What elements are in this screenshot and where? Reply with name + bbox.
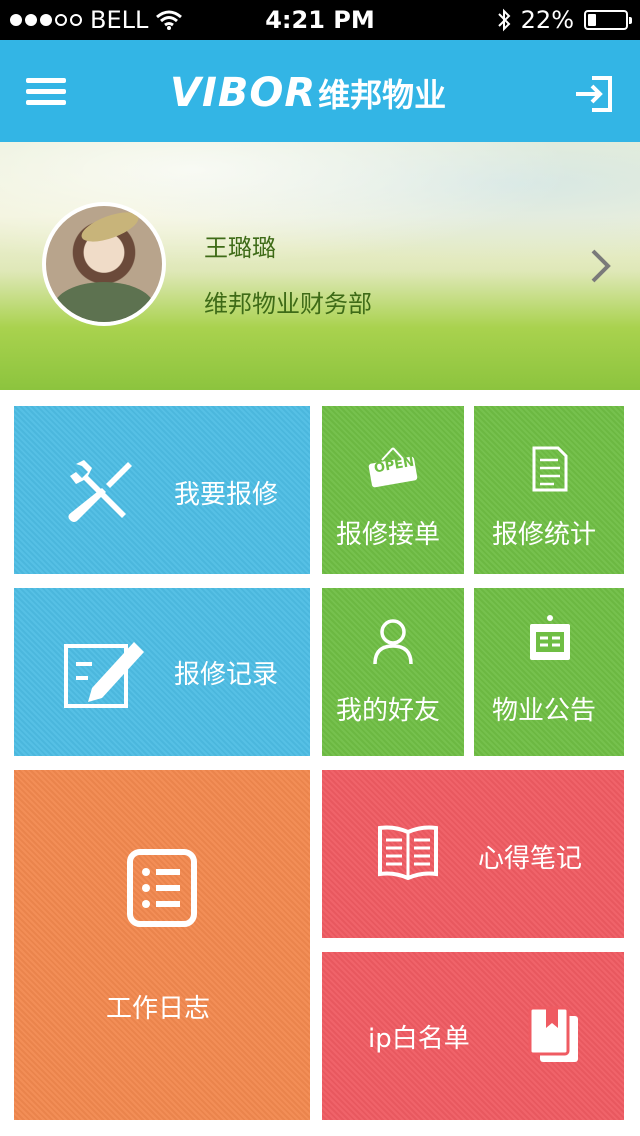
tile-label: 工作日志	[106, 994, 211, 1024]
brand-logo-cn: 维邦物业	[318, 76, 447, 114]
edit-icon	[64, 642, 144, 708]
open-book-icon	[378, 825, 438, 880]
profile-department: 维邦物业财务部	[204, 290, 372, 318]
tile-label: 物业公告	[492, 696, 597, 726]
tile-repair-stats[interactable]: 报修统计	[474, 406, 624, 574]
logout-icon	[576, 76, 612, 112]
status-bar: BELL 4:21 PM 22%	[0, 0, 640, 40]
chevron-right-icon[interactable]	[590, 248, 612, 284]
tile-my-friends[interactable]: 我的好友	[322, 588, 464, 756]
bluetooth-icon	[497, 8, 511, 32]
noticeboard-icon	[530, 615, 570, 660]
profile-name: 王璐璐	[204, 234, 276, 262]
tile-repair-accept[interactable]: OPEN 报修接单	[322, 406, 464, 574]
menu-button[interactable]	[26, 78, 66, 106]
tile-label: ip白名单	[368, 1024, 470, 1054]
avatar[interactable]	[42, 202, 166, 326]
document-icon	[532, 446, 568, 492]
nav-bar: VIBOR 维邦物业	[0, 40, 640, 142]
tile-label: 报修接单	[336, 520, 441, 550]
tile-label: 我的好友	[336, 696, 441, 726]
battery-icon	[584, 10, 632, 30]
tile-work-log[interactable]: 工作日志	[14, 770, 310, 1120]
tile-label: 报修记录	[174, 660, 279, 690]
tile-notes[interactable]: 心得笔记	[322, 770, 624, 938]
user-icon	[373, 619, 413, 665]
tile-repair-records[interactable]: 报修记录	[14, 588, 310, 756]
bookmark-book-icon	[528, 1006, 578, 1062]
list-icon	[127, 849, 197, 927]
brand-logo: VIBOR 维邦物业	[170, 68, 446, 118]
brand-logo-en: VIBOR	[170, 70, 317, 116]
logout-button[interactable]	[574, 74, 614, 114]
status-right: 22%	[497, 6, 632, 34]
tile-notices[interactable]: 物业公告	[474, 588, 624, 756]
battery-percent: 22%	[520, 6, 574, 34]
tile-repair-request[interactable]: 我要报修	[14, 406, 310, 574]
tile-label: 报修统计	[492, 520, 597, 550]
tools-icon	[68, 460, 132, 522]
profile-card[interactable]: 王璐璐 维邦物业财务部	[0, 142, 640, 390]
tile-label: 心得笔记	[478, 844, 583, 874]
tile-label: 我要报修	[174, 480, 279, 510]
hamburger-icon	[26, 78, 66, 83]
tile-ip-whitelist[interactable]: ip白名单	[322, 952, 624, 1120]
